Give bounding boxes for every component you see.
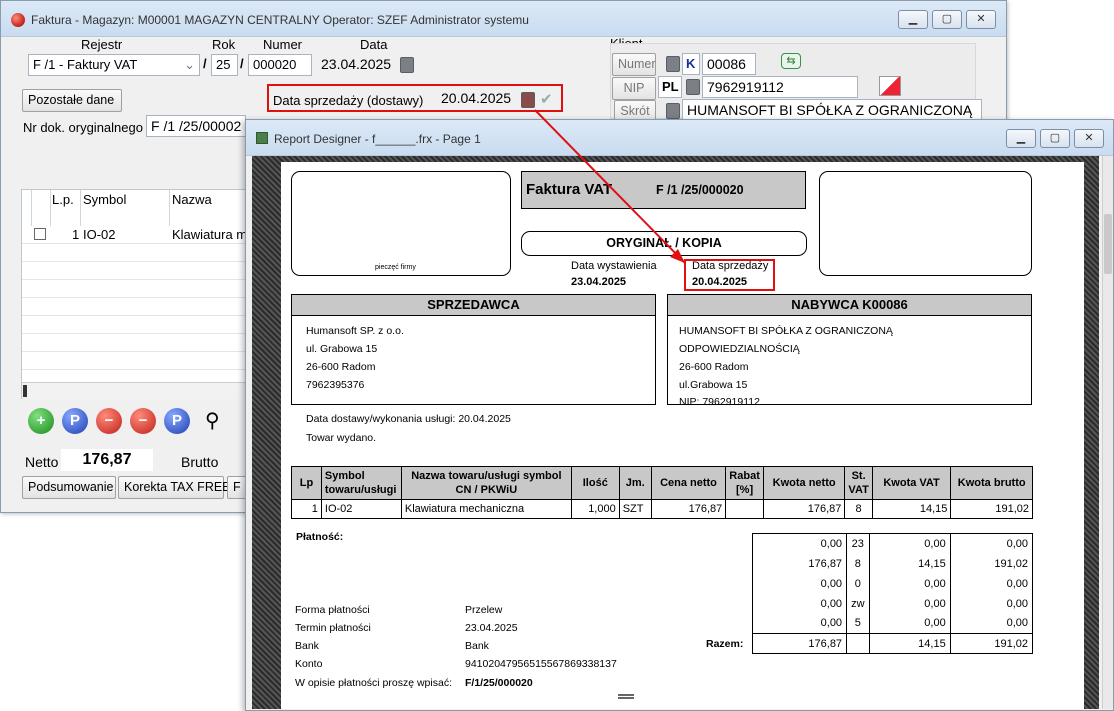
arrow-line xyxy=(534,109,686,264)
arrow-annotation xyxy=(534,109,686,264)
